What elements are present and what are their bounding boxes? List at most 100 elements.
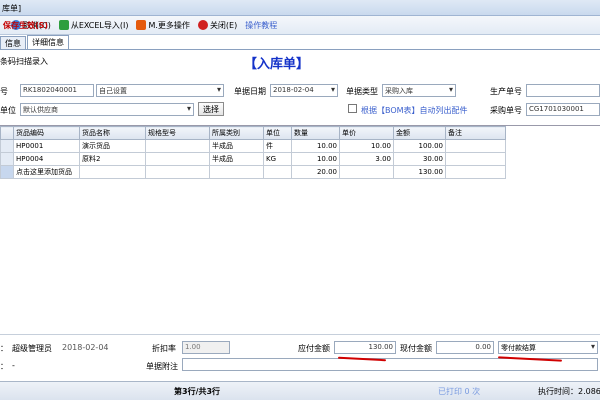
cell[interactable]: 100.00: [393, 139, 446, 153]
bom-text-3: 自动列出配件: [419, 106, 468, 115]
save-button[interactable]: 保存生效(S): [0, 17, 48, 34]
cell[interactable]: [79, 165, 146, 179]
doc-no-field[interactable]: RK1802040001: [20, 84, 94, 97]
items-grid: 货品编码 货品名称 规格型号 所属类别 单位 数量 单价 金额 备注 HP000…: [0, 125, 600, 325]
purchase-no-label: 采购单号: [490, 106, 522, 115]
cell[interactable]: [145, 139, 210, 153]
save-label: 保存生效(S): [3, 20, 49, 30]
cell[interactable]: [445, 152, 506, 166]
tutorial-link[interactable]: 操作教程: [242, 17, 277, 34]
print-count-status: 已打印 0 次: [438, 387, 481, 396]
close-icon: [197, 20, 208, 30]
close-label: 关闭(E): [209, 20, 238, 30]
tab-info[interactable]: 信息: [0, 36, 26, 49]
cell[interactable]: 10.00: [291, 152, 340, 166]
cell[interactable]: 30.00: [393, 152, 446, 166]
more-actions-button[interactable]: M.更多操作: [133, 17, 192, 34]
cell[interactable]: [145, 152, 210, 166]
col-header[interactable]: 单价: [339, 126, 394, 140]
col-header[interactable]: 金额: [393, 126, 446, 140]
col-header[interactable]: 单位: [263, 126, 292, 140]
import-arrow-icon: [58, 20, 69, 30]
prod-no-label: 生产单号: [490, 87, 522, 96]
row-header[interactable]: [0, 139, 14, 153]
row-count-status: 第3行/共3行: [174, 387, 221, 396]
divider: [0, 334, 600, 335]
row-header-corner: [0, 126, 14, 140]
colon-label: ：: [0, 362, 8, 371]
dash-value: -: [12, 361, 15, 370]
col-header[interactable]: 货品名称: [79, 126, 146, 140]
import-label: 从EXCEL导入(I): [70, 20, 129, 30]
table-row[interactable]: 点击这里添加货品 20.00 130.00: [0, 165, 506, 179]
settlement-select[interactable]: 零付款结算: [498, 341, 598, 354]
operator-label: ：: [0, 344, 8, 353]
more-label: M.更多操作: [148, 20, 190, 30]
remark-label: 单据附注: [146, 362, 178, 371]
cell[interactable]: 10.00: [291, 139, 340, 153]
cell[interactable]: 10.00: [339, 139, 394, 153]
col-header[interactable]: 货品编码: [13, 126, 80, 140]
arrow-right-icon: [136, 20, 147, 30]
cell[interactable]: [263, 165, 292, 179]
toolbar: 保存生效(S) 取消(C) 从EXCEL导入(I) M.更多操作 关闭(E) 操…: [0, 16, 600, 35]
exec-time-status: 执行时间：2.086: [538, 387, 600, 396]
close-button[interactable]: 关闭(E): [195, 17, 240, 34]
cell[interactable]: KG: [263, 152, 292, 166]
doc-type-select[interactable]: 采购入库: [382, 84, 456, 97]
total-quantity-cell: 20.00: [291, 165, 340, 179]
table-header-row: 货品编码 货品名称 规格型号 所属类别 单位 数量 单价 金额 备注: [0, 126, 506, 140]
table-row[interactable]: HP0004 原料2 半成品 KG 10.00 3.00 30.00: [0, 152, 506, 166]
tab-details[interactable]: 详细信息: [27, 35, 69, 49]
payable-field[interactable]: 130.00: [334, 341, 396, 354]
tab-bar: 信息 详细信息: [0, 35, 600, 50]
cell[interactable]: [209, 165, 264, 179]
cell[interactable]: HP0001: [13, 139, 80, 153]
bom-text-1: 根据: [361, 106, 377, 115]
prod-no-field[interactable]: [526, 84, 600, 97]
operator-date: 2018-02-04: [62, 343, 109, 352]
payable-label: 应付金额: [298, 344, 330, 353]
tutorial-label: 操作教程: [245, 20, 278, 30]
date-picker[interactable]: 2018-02-04: [270, 84, 338, 97]
col-header[interactable]: 所属类别: [209, 126, 264, 140]
col-header[interactable]: 数量: [291, 126, 340, 140]
page-title: 【入库单】: [244, 57, 310, 72]
doc-type-label: 单据类型: [346, 87, 378, 96]
discount-field[interactable]: 1.00: [182, 341, 230, 354]
unit-label: 单位: [0, 106, 16, 115]
row-header[interactable]: [0, 152, 14, 166]
doc-no-label: 号: [0, 87, 8, 96]
cell[interactable]: 演示货品: [79, 139, 146, 153]
col-header[interactable]: 备注: [445, 126, 506, 140]
supplier-select[interactable]: 默认供应商: [20, 103, 194, 116]
bom-text-2: 【BOM表】: [377, 106, 420, 115]
cell[interactable]: 半成品: [209, 152, 264, 166]
row-header[interactable]: [0, 165, 14, 179]
cell: [339, 165, 394, 179]
cash-paid-field[interactable]: 0.00: [436, 341, 494, 354]
bom-option-label: 根据【BOM表】自动列出配件: [361, 105, 468, 116]
barcode-scan-label[interactable]: 条码扫描录入: [0, 56, 48, 67]
warehouse-select[interactable]: 自己设置: [96, 84, 224, 97]
cell: [445, 165, 506, 179]
purchase-no-field[interactable]: CG1701030001: [526, 103, 600, 116]
operator-value: 超级管理员: [12, 344, 52, 353]
window-title: 库单]: [0, 0, 600, 16]
cell[interactable]: [445, 139, 506, 153]
col-header[interactable]: 规格型号: [145, 126, 210, 140]
cell[interactable]: [145, 165, 210, 179]
add-item-cell[interactable]: 点击这里添加货品: [13, 165, 80, 179]
cell[interactable]: 件: [263, 139, 292, 153]
cell[interactable]: 半成品: [209, 139, 264, 153]
total-amount-cell: 130.00: [393, 165, 446, 179]
cash-paid-label: 现付金额: [400, 344, 432, 353]
bom-checkbox[interactable]: [348, 104, 357, 113]
select-supplier-button[interactable]: 选择: [198, 102, 224, 116]
cell[interactable]: 3.00: [339, 152, 394, 166]
cell[interactable]: 原料2: [79, 152, 146, 166]
table-row[interactable]: HP0001 演示货品 半成品 件 10.00 10.00 100.00: [0, 139, 506, 153]
date-label: 单据日期: [234, 87, 266, 96]
cell[interactable]: HP0004: [13, 152, 80, 166]
import-excel-button[interactable]: 从EXCEL导入(I): [56, 17, 132, 34]
